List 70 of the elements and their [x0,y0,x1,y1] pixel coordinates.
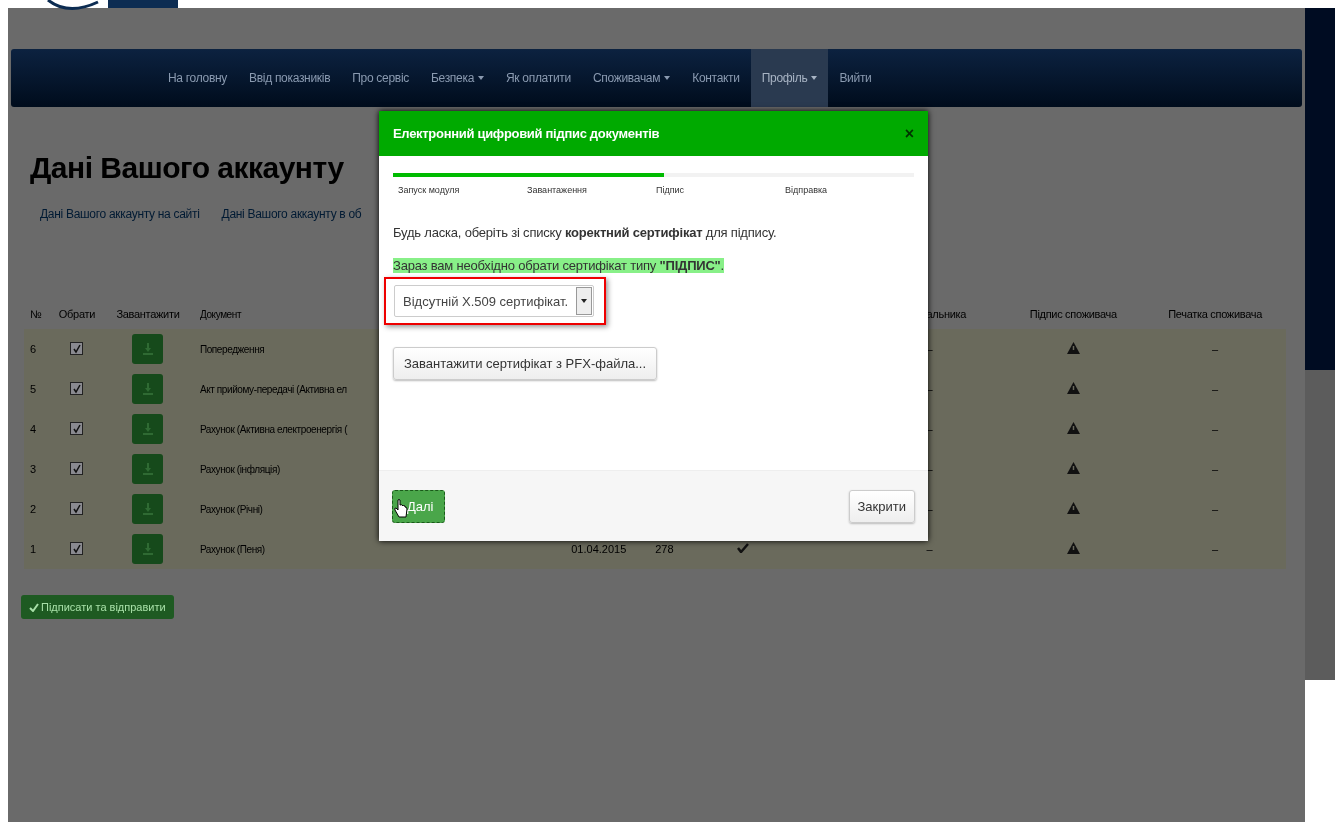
nav-link[interactable]: На головну [157,49,238,107]
page-title: Дані Вашого аккаунту [30,151,345,185]
close-dialog-button[interactable]: Закрити [848,489,915,523]
checkbox[interactable] [70,542,84,556]
document-name: Попередження [199,344,265,355]
account-link[interactable]: Дані Вашого аккаунту на сайті [40,207,200,221]
instruction-text: Будь ласка, оберіть зі списку коректний сертифікат для підпису. [393,225,778,240]
row-number: 4 [30,423,37,435]
checkbox[interactable] [70,382,84,396]
step-label: Підпис [656,185,686,195]
checkbox[interactable] [70,462,84,476]
download-icon [142,383,153,395]
step-label: Завантаження [527,185,588,195]
document-name: Рахунок (Річні) [199,504,263,515]
nav-link[interactable]: Вийти [828,49,883,107]
row-number: 2 [30,503,37,515]
checkbox[interactable] [70,422,84,436]
download-icon [142,503,153,515]
nav-link[interactable]: Як оплатити [495,49,582,107]
nav-link[interactable]: Профіль [750,49,829,107]
nav-link[interactable]: Споживачам [581,49,682,107]
nav-link[interactable]: Безпека [419,49,495,107]
status-dash: – [1212,503,1219,515]
download-icon [142,543,153,555]
status-dash: – [1212,383,1219,395]
row-number: 5 [30,383,37,395]
status-dash: – [1212,343,1219,355]
download-icon [142,463,153,475]
download-icon [142,343,153,355]
close-button[interactable]: × [904,124,914,143]
certificate-select[interactable]: Відсутній X.509 сертифікат. [394,285,595,317]
download-icon [142,423,153,435]
row-number: 1 [30,543,37,555]
column-header: № [30,308,42,320]
caret-icon [811,76,818,80]
document-name: Рахунок (інфляція) [199,464,280,475]
step-label: Відправка [785,185,829,195]
nav-link[interactable]: Ввід показників [238,49,342,107]
column-header: Печатка споживача [1168,308,1262,320]
document-date: 01.04.2015 [571,543,627,555]
nav-link[interactable]: Про сервіс [341,49,420,107]
sign-and-send-button[interactable]: Підписати та відправити [21,595,174,619]
column-header: Документ [199,309,242,320]
column-header: Завантажити [116,308,180,320]
checkbox[interactable] [70,502,84,516]
notice-text: Зараз вам необхідно обрати сертифікат типу "ПІДПИС". [393,258,724,273]
column-header: Обрати [58,308,96,320]
caret-icon [478,76,484,80]
caret-icon [581,299,588,303]
checkbox[interactable] [70,342,84,356]
status-dash: – [1212,463,1219,475]
account-link[interactable]: Дані Вашого аккаунту в об [221,207,362,221]
column-header: альника [926,308,967,320]
row-number: 3 [30,463,37,475]
checkmark-icon [29,602,39,612]
status-dash: – [1212,543,1219,555]
load-pfx-button[interactable]: Завантажити сертифікат з PFX-файла... [393,347,658,380]
document-name: Рахунок (Пеня) [199,544,265,555]
hand-cursor-icon [394,499,408,519]
column-header: Підпис споживача [1029,308,1117,320]
row-number: 6 [30,343,37,355]
step-label: Запуск модуля [398,185,461,195]
status-dash: – [1212,423,1219,435]
document-name: Акт прийому-передачі (Активна ел [199,384,347,395]
document-name: Рахунок (Активна електроенергія ( [199,424,348,435]
nav-link[interactable]: Контакти [681,49,751,107]
caret-icon [664,76,671,80]
document-amount: 278 [655,543,674,555]
dialog-title: Електронний цифровий підпис документів [393,126,660,141]
status-dash: – [926,543,933,555]
